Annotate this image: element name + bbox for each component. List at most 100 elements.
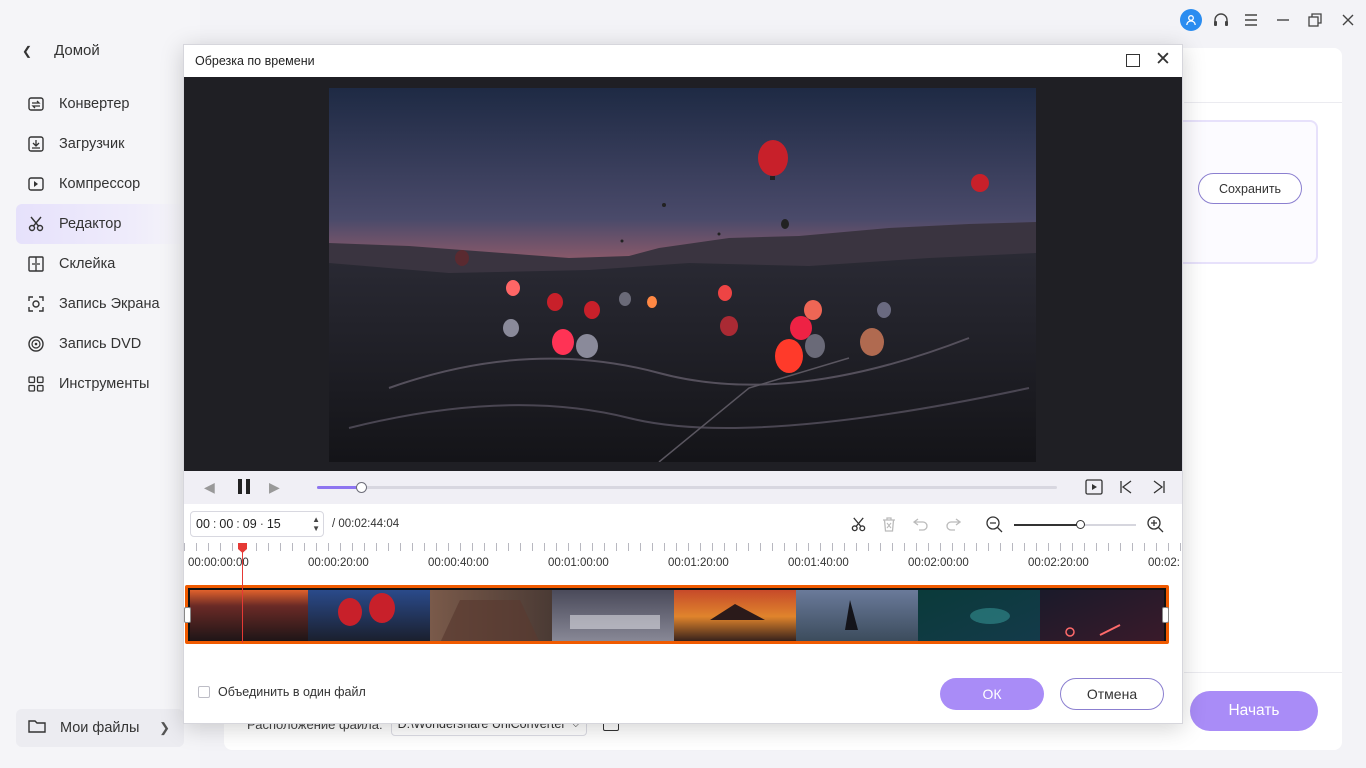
minimize-icon[interactable] bbox=[1266, 8, 1300, 32]
my-files-label: Мои файлы bbox=[60, 720, 140, 736]
time-seconds[interactable]: 09 bbox=[243, 517, 257, 531]
sidebar-item-compressor[interactable]: Компрессор bbox=[16, 164, 184, 204]
sidebar: ❮ Домой Конвертер Загрузчик Компрессор Р… bbox=[0, 0, 200, 768]
undo-icon[interactable] bbox=[912, 515, 930, 533]
sidebar-item-label: Редактор bbox=[59, 216, 122, 232]
folder-icon bbox=[28, 718, 46, 738]
sidebar-item-label: Компрессор bbox=[59, 176, 141, 192]
total-duration: / 00:02:44:04 bbox=[332, 518, 400, 530]
current-time-field[interactable]: 00: 00: 09 · 15 ▲ ▼ bbox=[190, 511, 324, 537]
zoom-slider[interactable] bbox=[1014, 520, 1136, 529]
sidebar-item-label: Запись Экрана bbox=[59, 296, 160, 312]
my-files-button[interactable]: Мои файлы ❯ bbox=[16, 709, 184, 747]
sidebar-item-label: Загрузчик bbox=[59, 136, 125, 152]
player-controls: ◀︎ ▶︎ bbox=[184, 471, 1182, 504]
delete-icon[interactable] bbox=[880, 515, 898, 533]
account-button[interactable] bbox=[1176, 8, 1206, 32]
chevron-up-icon[interactable]: ▲ bbox=[312, 515, 320, 524]
sidebar-item-label: Запись DVD bbox=[59, 336, 142, 352]
trim-dialog: Обрезка по времени ✕ ◀︎ ▶︎ 00: 00: 09 … bbox=[183, 44, 1183, 724]
sidebar-item-downloader[interactable]: Загрузчик bbox=[16, 124, 184, 164]
timeline-ruler[interactable]: 00:00:00:00 00:00:20:00 00:00:40:00 00:0… bbox=[184, 543, 1182, 583]
sidebar-item-label: Конвертер bbox=[59, 96, 130, 112]
video-preview bbox=[184, 77, 1182, 471]
ruler-label: 00:00:00:00 bbox=[188, 557, 249, 569]
merge-option[interactable]: Объединить в один файл bbox=[198, 685, 366, 699]
next-frame-icon[interactable]: ▶︎ bbox=[269, 479, 280, 496]
divider bbox=[1184, 672, 1342, 673]
chevron-right-icon: ❯ bbox=[159, 720, 170, 735]
restore-icon[interactable] bbox=[1300, 8, 1330, 32]
ruler-label: 00:01:20:00 bbox=[668, 557, 729, 569]
merge-checkbox[interactable] bbox=[198, 686, 210, 698]
chevron-left-icon: ❮ bbox=[22, 43, 33, 58]
sidebar-item-editor[interactable]: Редактор bbox=[16, 204, 184, 244]
zoom-in-icon[interactable] bbox=[1146, 515, 1164, 533]
download-icon bbox=[26, 134, 46, 154]
scissors-icon bbox=[26, 214, 46, 234]
ok-button[interactable]: ОК bbox=[940, 678, 1044, 710]
home-button[interactable]: ❮ Домой bbox=[22, 42, 100, 59]
pause-icon[interactable] bbox=[237, 479, 251, 494]
sidebar-item-converter[interactable]: Конвертер bbox=[16, 84, 184, 124]
trim-start-handle[interactable] bbox=[184, 607, 191, 623]
merge-label: Объединить в один файл bbox=[218, 685, 366, 699]
close-icon[interactable]: ✕ bbox=[1155, 50, 1171, 69]
time-toolbar: 00: 00: 09 · 15 ▲ ▼ / 00:02:44:04 bbox=[184, 507, 1182, 541]
time-hours[interactable]: 00 bbox=[196, 517, 210, 531]
chevron-down-icon[interactable]: ▼ bbox=[312, 524, 320, 533]
sidebar-item-merger[interactable]: Склейка bbox=[16, 244, 184, 284]
previous-frame-icon[interactable]: ◀︎ bbox=[204, 479, 215, 496]
time-minutes[interactable]: 00 bbox=[219, 517, 233, 531]
tools-icon bbox=[26, 374, 46, 394]
redo-icon[interactable] bbox=[944, 515, 962, 533]
close-window-icon[interactable] bbox=[1330, 8, 1366, 32]
playhead-line bbox=[242, 543, 243, 643]
ruler-label: 00:02: bbox=[1148, 557, 1180, 569]
cancel-button[interactable]: Отмена bbox=[1060, 678, 1164, 710]
menu-icon[interactable] bbox=[1236, 8, 1266, 32]
ruler-ticks bbox=[184, 543, 1182, 551]
sidebar-item-screen-recorder[interactable]: Запись Экрана bbox=[16, 284, 184, 324]
timeline-clip[interactable] bbox=[185, 585, 1169, 644]
playback-progress[interactable] bbox=[317, 482, 1057, 493]
jump-to-end-icon[interactable] bbox=[1149, 478, 1169, 496]
merge-icon bbox=[26, 254, 46, 274]
zoom-handle[interactable] bbox=[1075, 520, 1085, 529]
ruler-label: 00:00:20:00 bbox=[308, 557, 369, 569]
user-avatar-icon bbox=[1180, 9, 1202, 31]
zoom-out-icon[interactable] bbox=[985, 515, 1003, 533]
window-controls bbox=[1176, 8, 1366, 32]
start-button[interactable]: Начать bbox=[1190, 691, 1318, 731]
ruler-label: 00:01:40:00 bbox=[788, 557, 849, 569]
dialog-title: Обрезка по времени bbox=[195, 54, 315, 68]
compress-icon bbox=[26, 174, 46, 194]
cut-scissors-icon[interactable] bbox=[849, 515, 867, 533]
ruler-label: 00:02:00:00 bbox=[908, 557, 969, 569]
video-frame[interactable] bbox=[329, 88, 1036, 462]
divider bbox=[1184, 102, 1342, 103]
support-headset-icon[interactable] bbox=[1206, 8, 1236, 32]
sidebar-nav: Конвертер Загрузчик Компрессор Редактор … bbox=[16, 84, 184, 404]
screen-record-icon bbox=[26, 294, 46, 314]
jump-to-start-icon[interactable] bbox=[1116, 478, 1136, 496]
ruler-label: 00:01:00:00 bbox=[548, 557, 609, 569]
sidebar-item-label: Склейка bbox=[59, 256, 116, 272]
sidebar-item-tools[interactable]: Инструменты bbox=[16, 364, 184, 404]
home-label: Домой bbox=[54, 42, 100, 59]
save-button[interactable]: Сохранить bbox=[1198, 173, 1302, 204]
sidebar-item-dvd[interactable]: Запись DVD bbox=[16, 324, 184, 364]
ruler-label: 00:02:20:00 bbox=[1028, 557, 1089, 569]
play-in-preview-icon[interactable] bbox=[1084, 478, 1104, 496]
converter-icon bbox=[26, 94, 46, 114]
time-frames[interactable]: 15 bbox=[267, 517, 281, 531]
progress-handle[interactable] bbox=[356, 482, 368, 493]
trim-end-handle[interactable] bbox=[1162, 607, 1169, 623]
dvd-icon bbox=[26, 334, 46, 354]
time-stepper[interactable]: ▲ ▼ bbox=[312, 515, 320, 533]
maximize-icon[interactable] bbox=[1126, 54, 1140, 67]
progress-fill bbox=[317, 486, 362, 489]
zoom-fill bbox=[1014, 524, 1080, 526]
ruler-label: 00:00:40:00 bbox=[428, 557, 489, 569]
sidebar-item-label: Инструменты bbox=[59, 376, 150, 392]
